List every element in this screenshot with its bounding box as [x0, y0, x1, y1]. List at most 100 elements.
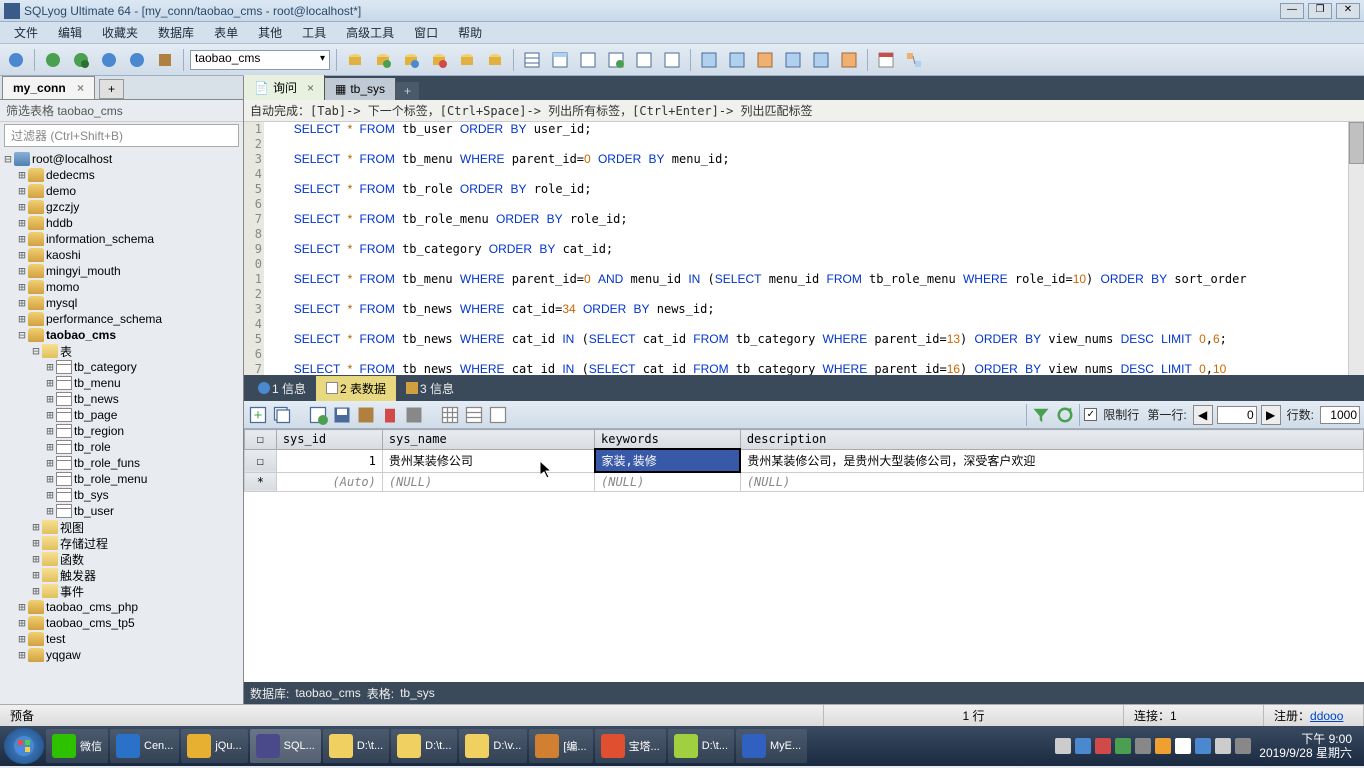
- tree-node[interactable]: ⊞gzczjy: [2, 199, 241, 215]
- menu-window[interactable]: 窗口: [404, 22, 448, 43]
- view-form-icon[interactable]: [464, 405, 484, 425]
- cell[interactable]: (Auto): [276, 472, 382, 492]
- limit-rows-checkbox[interactable]: ✓: [1084, 408, 1097, 421]
- tree-toggle-icon[interactable]: ⊞: [30, 568, 42, 582]
- tree-node[interactable]: ⊞hddb: [2, 215, 241, 231]
- tree-node[interactable]: ⊞tb_page: [2, 407, 241, 423]
- row-header[interactable]: *: [245, 472, 277, 492]
- tree-toggle-icon[interactable]: ⊟: [30, 344, 42, 358]
- tree-node[interactable]: ⊞tb_region: [2, 423, 241, 439]
- taskbar-item[interactable]: D:\t...: [668, 729, 734, 763]
- misc-icon-2[interactable]: [725, 48, 749, 72]
- view-text-icon[interactable]: [488, 405, 508, 425]
- tree-toggle-icon[interactable]: ⊞: [44, 360, 56, 374]
- tree-node[interactable]: ⊞mingyi_mouth: [2, 263, 241, 279]
- editor-scrollbar[interactable]: [1348, 122, 1364, 375]
- misc-icon-5[interactable]: [809, 48, 833, 72]
- grid-dup-icon[interactable]: [272, 405, 292, 425]
- tree-node[interactable]: ⊟root@localhost: [2, 151, 241, 167]
- menu-file[interactable]: 文件: [4, 22, 48, 43]
- cell[interactable]: 1: [276, 449, 382, 472]
- start-button[interactable]: [4, 728, 44, 764]
- tray-icon[interactable]: [1195, 738, 1211, 754]
- grid-delete-icon[interactable]: [380, 405, 400, 425]
- tool-icon-1[interactable]: [343, 48, 367, 72]
- tree-node[interactable]: ⊞事件: [2, 583, 241, 599]
- connection-tab[interactable]: my_conn ×: [2, 76, 95, 99]
- new-conn-icon[interactable]: [4, 48, 28, 72]
- tree-toggle-icon[interactable]: ⊞: [44, 488, 56, 502]
- tree-node[interactable]: ⊞tb_role_funs: [2, 455, 241, 471]
- tree-toggle-icon[interactable]: ⊞: [44, 440, 56, 454]
- tree-toggle-icon[interactable]: ⊞: [16, 648, 28, 662]
- tree-node[interactable]: ⊞taobao_cms_tp5: [2, 615, 241, 631]
- editor-tab-table[interactable]: ▦ tb_sys: [325, 78, 396, 100]
- minimize-button[interactable]: —: [1280, 3, 1304, 19]
- tree-node[interactable]: ⊞yqgaw: [2, 647, 241, 663]
- tree-node[interactable]: ⊞test: [2, 631, 241, 647]
- tree-toggle-icon[interactable]: ⊞: [16, 280, 28, 294]
- tray-icon[interactable]: [1055, 738, 1071, 754]
- misc-icon-1[interactable]: [697, 48, 721, 72]
- tab-close-icon[interactable]: ×: [307, 81, 314, 95]
- tree-node[interactable]: ⊞tb_user: [2, 503, 241, 519]
- menu-other[interactable]: 其他: [248, 22, 292, 43]
- tree-node[interactable]: ⊞mysql: [2, 295, 241, 311]
- tray-icon[interactable]: [1095, 738, 1111, 754]
- tool-icon-5[interactable]: [455, 48, 479, 72]
- misc-icon-3[interactable]: [753, 48, 777, 72]
- filter-input[interactable]: 过滤器 (Ctrl+Shift+B): [4, 124, 239, 147]
- tree-node[interactable]: ⊞tb_menu: [2, 375, 241, 391]
- cell[interactable]: (NULL): [382, 472, 594, 492]
- close-button[interactable]: ✕: [1336, 3, 1360, 19]
- tree-toggle-icon[interactable]: ⊞: [16, 248, 28, 262]
- schema-icon[interactable]: [902, 48, 926, 72]
- tree-toggle-icon[interactable]: ⊞: [16, 600, 28, 614]
- result-tab-info1[interactable]: 1 信息: [248, 376, 316, 401]
- tray-clock[interactable]: 下午 9:00 2019/9/28 星期六: [1259, 732, 1352, 760]
- taskbar-item[interactable]: 微信: [46, 729, 108, 763]
- tree-toggle-icon[interactable]: ⊞: [30, 536, 42, 550]
- tray-icon[interactable]: [1135, 738, 1151, 754]
- cell[interactable]: 贵州某装修公司: [382, 449, 594, 472]
- tree-toggle-icon[interactable]: ⊞: [44, 504, 56, 518]
- tree-toggle-icon[interactable]: ⊞: [44, 424, 56, 438]
- tree-node[interactable]: ⊞performance_schema: [2, 311, 241, 327]
- tree-node[interactable]: ⊞tb_role_menu: [2, 471, 241, 487]
- taskbar-item[interactable]: Cen...: [110, 729, 179, 763]
- prev-page-icon[interactable]: ◀: [1193, 405, 1213, 425]
- tree-toggle-icon[interactable]: ⊞: [16, 200, 28, 214]
- cell[interactable]: 贵州某装修公司，是贵州大型装修公司，深受客户欢迎: [740, 449, 1363, 472]
- column-header[interactable]: sys_name: [382, 430, 594, 450]
- status-user-link[interactable]: ddooo: [1310, 709, 1343, 723]
- cell[interactable]: (NULL): [740, 472, 1363, 492]
- refresh-icon[interactable]: [97, 48, 121, 72]
- cell-selected[interactable]: 家装,装修: [595, 449, 741, 472]
- grid-icon-2[interactable]: [548, 48, 572, 72]
- grid-add-icon[interactable]: +: [248, 405, 268, 425]
- format-icon[interactable]: [153, 48, 177, 72]
- tray-icon[interactable]: [1075, 738, 1091, 754]
- taskbar-item[interactable]: D:\t...: [391, 729, 457, 763]
- connection-tab-close-icon[interactable]: ×: [77, 81, 84, 95]
- tree-toggle-icon[interactable]: ⊞: [44, 408, 56, 422]
- filter-icon[interactable]: [1031, 405, 1051, 425]
- taskbar-item[interactable]: jQu...: [181, 729, 247, 763]
- refresh-grid-icon[interactable]: [1055, 405, 1075, 425]
- tool-icon-4[interactable]: [427, 48, 451, 72]
- tree-toggle-icon[interactable]: ⊞: [16, 296, 28, 310]
- exec-icon[interactable]: [41, 48, 65, 72]
- first-row-input[interactable]: [1217, 406, 1257, 424]
- taskbar-item[interactable]: 宝塔...: [595, 729, 666, 763]
- tree-node[interactable]: ⊞函数: [2, 551, 241, 567]
- row-header[interactable]: ☐: [245, 449, 277, 472]
- menu-tools[interactable]: 工具: [292, 22, 336, 43]
- tree-toggle-icon[interactable]: ⊞: [16, 168, 28, 182]
- tree-toggle-icon[interactable]: ⊞: [30, 552, 42, 566]
- menu-help[interactable]: 帮助: [448, 22, 492, 43]
- grid-icon-4[interactable]: [604, 48, 628, 72]
- result-tab-info2[interactable]: 3 信息: [396, 376, 464, 401]
- tree-node[interactable]: ⊞触发器: [2, 567, 241, 583]
- tree-toggle-icon[interactable]: ⊞: [16, 632, 28, 646]
- tree-node[interactable]: ⊞momo: [2, 279, 241, 295]
